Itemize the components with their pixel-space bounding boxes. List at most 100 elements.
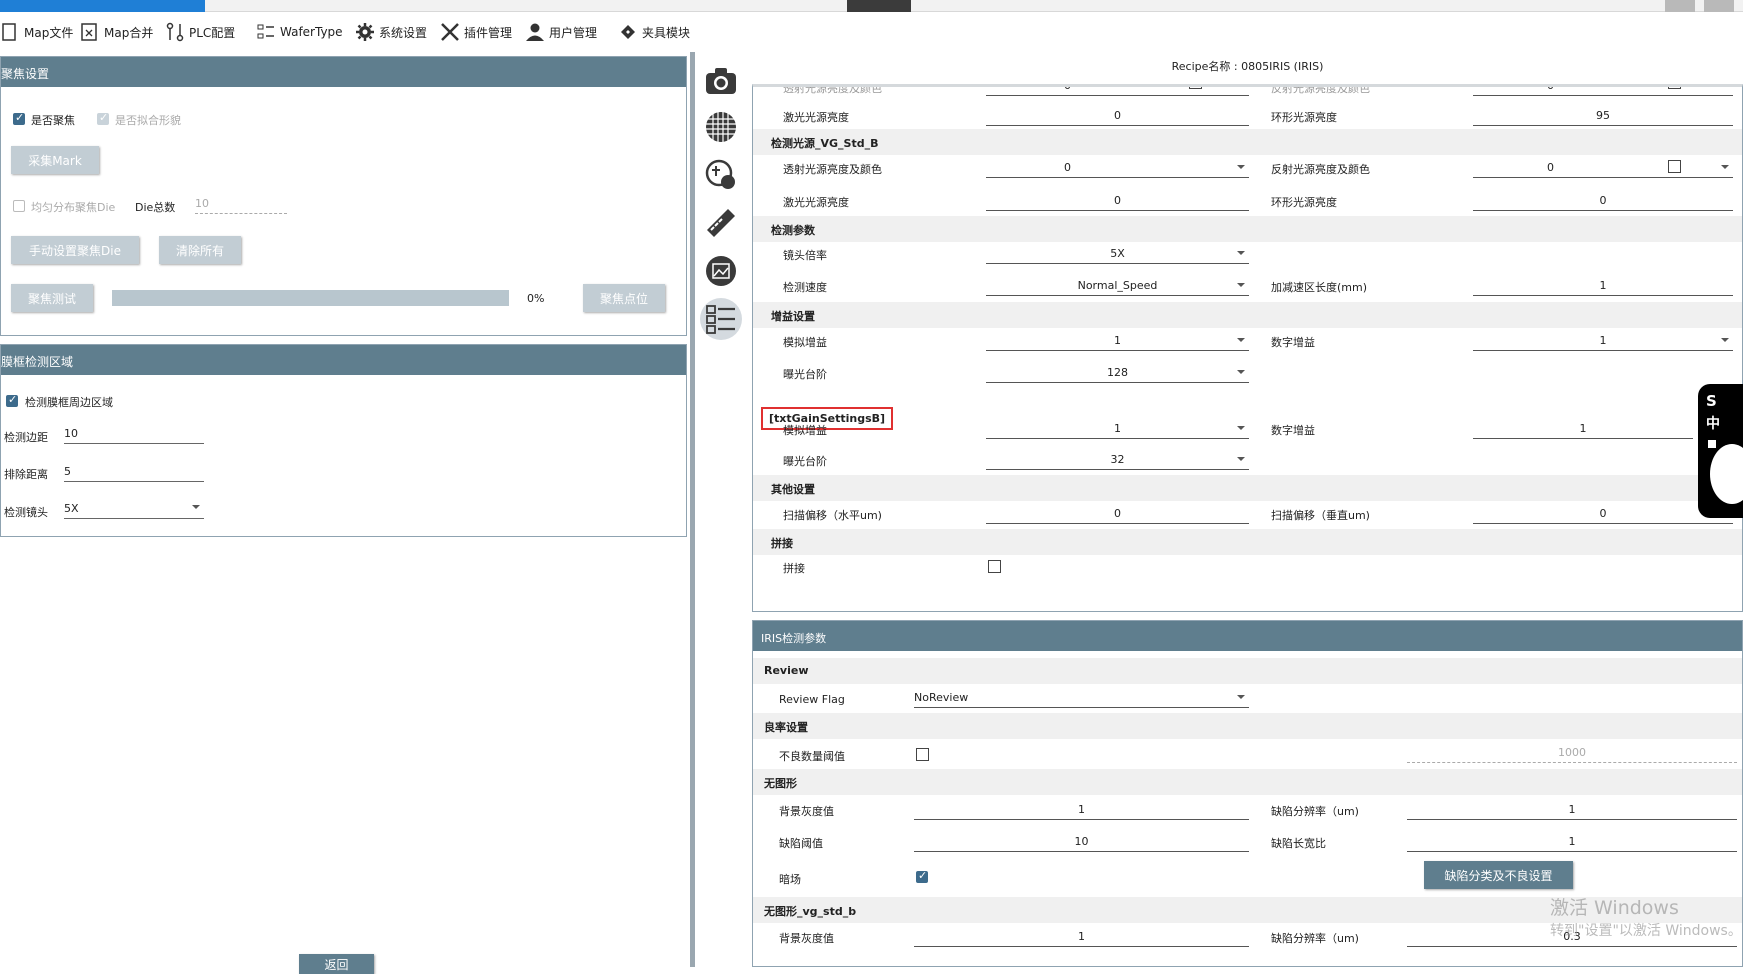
focus-progress-bar	[112, 290, 509, 306]
camera-button[interactable]	[700, 60, 742, 102]
ring-brightness-field[interactable]: 95	[1473, 106, 1733, 126]
collect-mark-button[interactable]: 采集Mark	[11, 146, 99, 174]
scan-offset-v-field[interactable]: 0	[1473, 504, 1733, 524]
color-select[interactable]	[1149, 158, 1249, 178]
window-control-button[interactable]	[1704, 0, 1734, 12]
margin-field[interactable]: 10	[64, 424, 204, 444]
plugin-tools-icon	[441, 23, 459, 41]
bg-gray2-field[interactable]: 1	[914, 927, 1249, 947]
toolbar-plc-config[interactable]: PLC配置	[165, 20, 235, 44]
section-gain: 增益设置	[753, 302, 1742, 328]
exclude-field[interactable]: 5	[64, 462, 204, 482]
review-flag-select[interactable]: NoReview	[914, 688, 1249, 708]
param-field[interactable]: 0	[1473, 158, 1628, 178]
param-label: 环形光源亮度	[1271, 196, 1337, 209]
darkfield-label: 暗场	[779, 873, 801, 886]
param-field[interactable]: 0	[986, 191, 1249, 211]
globe-map-button[interactable]	[700, 154, 742, 196]
analog-gain-select[interactable]: 1	[986, 331, 1249, 351]
stitch-checkbox[interactable]	[988, 560, 1001, 573]
activation-watermark-sub: 转到"设置"以激活 Windows。	[1550, 923, 1742, 939]
toolbar-fixture-module[interactable]: 夹具模块	[618, 20, 690, 44]
chevron-down-icon	[1237, 251, 1245, 255]
color-select[interactable]	[1628, 87, 1733, 96]
fit-shape-checkbox[interactable]	[97, 111, 109, 125]
measure-tool-button[interactable]	[700, 202, 742, 244]
clear-all-button[interactable]: 清除所有	[159, 236, 241, 264]
analog-gain-b-select[interactable]: 1	[986, 419, 1249, 439]
chevron-down-icon	[1237, 283, 1245, 287]
param-label: 扫描偏移（水平um)	[783, 509, 882, 522]
lens-select[interactable]: 5X	[64, 499, 204, 519]
accel-length-field[interactable]: 1	[1473, 276, 1733, 296]
is-focus-checkbox[interactable]	[13, 111, 25, 125]
checklist-button[interactable]	[700, 298, 742, 340]
window-control-button[interactable]	[1665, 0, 1695, 12]
param-label: 环形光源亮度	[1271, 111, 1337, 124]
param-field[interactable]: 0	[1473, 87, 1628, 96]
chevron-down-icon	[1721, 338, 1729, 342]
bad-count-field[interactable]: 1000	[1407, 743, 1737, 763]
toolbar-plugin-manager[interactable]: 插件管理	[440, 20, 512, 44]
svg-text:中: 中	[1706, 415, 1720, 432]
die-total-field[interactable]: 10	[195, 194, 287, 214]
section-yield: 良率设置	[753, 713, 1742, 739]
bg-gray-label: 背景灰度值	[779, 805, 834, 818]
toolbar-user-manager[interactable]: 用户管理	[525, 20, 597, 44]
app-tab-active[interactable]	[0, 0, 205, 12]
chevron-down-icon	[1237, 338, 1245, 342]
chevron-down-icon	[1237, 457, 1245, 461]
color-select[interactable]	[1149, 87, 1249, 96]
return-button[interactable]: 返回	[299, 954, 374, 974]
detect-speed-select[interactable]: Normal_Speed	[986, 276, 1249, 296]
bg-gray-field[interactable]: 1	[914, 800, 1249, 820]
main-toolbar: Map文件 Map合并 PLC配置 WaferType 系统设置 插件管理 用户…	[0, 12, 1743, 52]
map-file-icon	[2, 23, 16, 41]
is-focus-label: 是否聚焦	[31, 114, 75, 127]
defect-thr-field[interactable]: 10	[914, 832, 1249, 852]
focus-panel-header: 聚焦设置	[1, 57, 686, 87]
image-view-button[interactable]	[700, 250, 742, 292]
toolbar-wafer-type[interactable]: WaferType	[256, 20, 343, 44]
exposure-step-b-select[interactable]: 32	[986, 450, 1249, 470]
uniform-die-checkbox[interactable]	[13, 200, 25, 212]
review-flag-label: Review Flag	[779, 693, 845, 706]
digital-gain-b-field[interactable]: 1	[1473, 419, 1693, 439]
color-select[interactable]	[1628, 158, 1733, 178]
panel-splitter[interactable]	[690, 52, 695, 967]
window-control-dark[interactable]	[847, 0, 911, 12]
scan-offset-h-field[interactable]: 0	[986, 504, 1249, 524]
digital-gain-select[interactable]: 1	[1473, 331, 1733, 351]
bad-count-checkbox[interactable]	[916, 748, 929, 761]
toolbar-map-file[interactable]: Map文件	[0, 20, 73, 44]
defect-classify-button[interactable]: 缺陷分类及不良设置	[1424, 861, 1573, 889]
focus-test-button[interactable]: 聚焦测试	[11, 284, 93, 312]
fit-shape-label: 是否拟合形貌	[115, 114, 181, 127]
exposure-step-select[interactable]: 128	[986, 363, 1249, 383]
defect-res2-label: 缺陷分辨率（um)	[1271, 932, 1359, 945]
param-field[interactable]: 0	[986, 87, 1149, 96]
focus-point-button[interactable]: 聚焦点位	[583, 284, 665, 312]
lens-magnification-select[interactable]: 5X	[986, 244, 1249, 264]
laser-brightness-field[interactable]: 0	[986, 106, 1249, 126]
detect-edge-checkbox[interactable]	[6, 393, 18, 407]
recipe-params-panel[interactable]: 透射光源亮度及颜色 0 反射光源亮度及颜色 0 激光光源亮度 0 环形光源亮度 …	[752, 84, 1743, 612]
defect-res-field[interactable]: 1	[1407, 800, 1737, 820]
fixture-icon	[621, 25, 635, 39]
darkfield-checkbox[interactable]	[916, 869, 928, 883]
ime-toolbar[interactable]: S中	[1698, 384, 1743, 518]
plc-config-icon	[166, 22, 184, 42]
param-field[interactable]: 0	[986, 158, 1149, 178]
bg-gray2-label: 背景灰度值	[779, 932, 834, 945]
defect-ratio-field[interactable]: 1	[1407, 832, 1737, 852]
map-merge-icon	[81, 23, 97, 41]
manual-die-button[interactable]: 手动设置聚焦Die	[11, 236, 139, 264]
param-label: 加减速区长度(mm)	[1271, 281, 1368, 294]
chevron-down-icon	[1721, 165, 1729, 169]
wafer-map-button[interactable]	[700, 106, 742, 148]
param-field[interactable]: 0	[1473, 191, 1733, 211]
section-no-pattern: 无图形	[753, 769, 1742, 795]
toolbar-system-settings[interactable]: 系统设置	[355, 20, 427, 44]
section-review: Review	[753, 658, 1742, 684]
toolbar-map-merge[interactable]: Map合并	[80, 20, 153, 44]
